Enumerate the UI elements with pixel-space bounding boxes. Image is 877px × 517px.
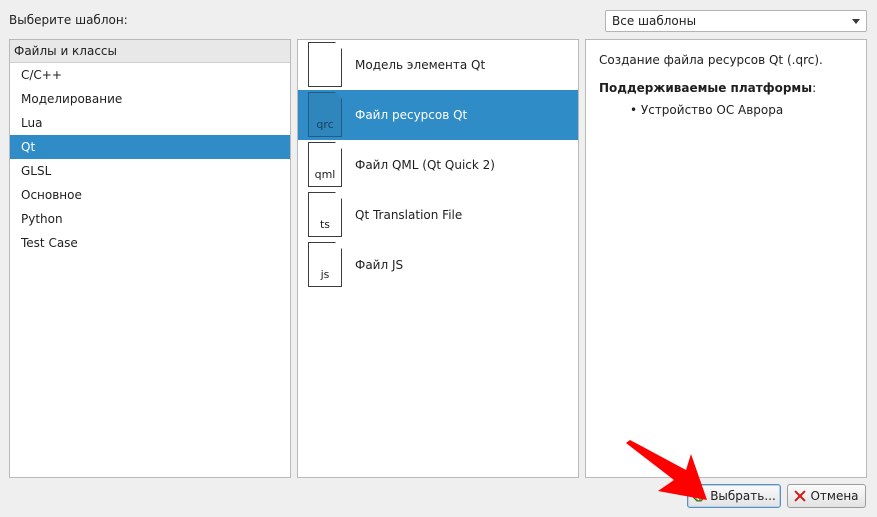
category-item-test-case[interactable]: Test Case: [10, 231, 290, 255]
platform-item: Устройство ОС Аврора: [630, 103, 853, 117]
file-icon: qml: [308, 142, 342, 187]
platform-list: Устройство ОС Аврора: [599, 103, 853, 117]
chevron-down-icon: [852, 19, 860, 24]
template-description-panel: Создание файла ресурсов Qt (.qrc). Подде…: [585, 39, 867, 478]
file-icon: js: [308, 242, 342, 287]
cancel-button-label: Отмена: [810, 489, 859, 503]
template-item[interactable]: js Файл JS: [298, 240, 578, 290]
choose-button[interactable]: Выбрать...: [687, 484, 781, 508]
file-icon: [308, 42, 342, 87]
category-items: C/C++ Моделирование Lua Qt GLSL Основное Pytho…: [10, 63, 290, 255]
category-item-основное[interactable]: Основное: [10, 183, 290, 207]
supported-platforms-colon: :: [812, 81, 817, 95]
category-item-c-c-[interactable]: C/C++: [10, 63, 290, 87]
file-icon: qrc: [308, 92, 342, 137]
template-item-label: Файл JS: [355, 258, 404, 272]
template-item[interactable]: qrc Файл ресурсов Qt: [298, 90, 578, 140]
category-item-glsl[interactable]: GLSL: [10, 159, 290, 183]
file-extension-label: js: [320, 268, 330, 281]
choose-button-label: Выбрать...: [710, 489, 776, 503]
file-extension-label: ts: [319, 218, 331, 231]
template-item-label: Файл QML (Qt Quick 2): [355, 158, 495, 172]
category-item-python[interactable]: Python: [10, 207, 290, 231]
category-item-qt[interactable]: Qt: [10, 135, 290, 159]
category-item-lua[interactable]: Lua: [10, 111, 290, 135]
template-filter-value: Все шаблоны: [612, 14, 697, 28]
template-item-label: Модель элемента Qt: [355, 58, 486, 72]
file-extension-label: qrc: [316, 118, 334, 131]
template-item-label: Qt Translation File: [355, 208, 463, 222]
supported-platforms-label: Поддерживаемые платформы: [599, 81, 813, 95]
file-extension-label: qml: [314, 168, 336, 181]
cancel-button[interactable]: Отмена: [787, 484, 866, 508]
template-item[interactable]: ts Qt Translation File: [298, 190, 578, 240]
supported-platforms-line: Поддерживаемые платформы:: [599, 81, 853, 95]
category-list-header: Файлы и классы: [10, 40, 290, 63]
template-items: Модель элемента Qt qrc Файл ресурсов Qt qml…: [298, 40, 578, 290]
template-filter-combobox[interactable]: Все шаблоны: [605, 10, 867, 32]
ok-icon: [692, 490, 706, 502]
template-list[interactable]: Модель элемента Qt qrc Файл ресурсов Qt qml…: [297, 39, 579, 478]
file-icon: ts: [308, 192, 342, 237]
cancel-icon: [794, 490, 806, 502]
category-list[interactable]: Файлы и классы C/C++ Моделирование Lua Qt GL…: [9, 39, 291, 478]
prompt-label: Выберите шаблон:: [9, 13, 128, 27]
description-title: Создание файла ресурсов Qt (.qrc).: [599, 53, 823, 67]
template-item-label: Файл ресурсов Qt: [355, 108, 468, 122]
category-item-моделирование[interactable]: Моделирование: [10, 87, 290, 111]
template-item[interactable]: Модель элемента Qt: [298, 40, 578, 90]
template-item[interactable]: qml Файл QML (Qt Quick 2): [298, 140, 578, 190]
